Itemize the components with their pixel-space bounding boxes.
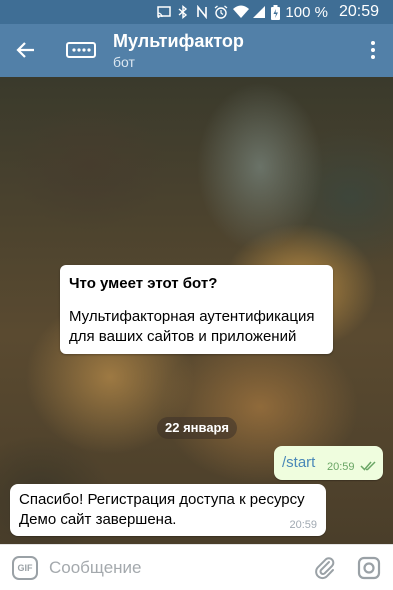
message-time: 20:59 [289,519,317,531]
message-input-bar: GIF [0,544,393,590]
camera-button[interactable] [356,555,382,581]
outgoing-message[interactable]: /start 20:59 [274,446,383,480]
bluetooth-icon [176,5,190,19]
cast-icon [157,5,172,19]
bot-info-description: Мультифакторная аутентификация для ваших… [69,308,315,345]
message-input[interactable] [49,556,299,580]
back-button[interactable] [8,34,44,66]
bot-info-card: Что умеет этот бот? Мультифакторная ауте… [60,265,333,354]
back-arrow-icon [16,42,34,58]
chat-subtitle: бот [113,54,135,70]
attach-button[interactable] [312,555,338,581]
wifi-icon [233,5,250,19]
nfc-icon [195,4,209,20]
status-bar: 100 % 20:59 [0,0,393,24]
message-text[interactable]: Спасибо! Регистрация доступа к ресурсу Д… [19,490,319,530]
incoming-message[interactable]: Спасибо! Регистрация доступа к ресурсу Д… [10,484,326,536]
more-vert-icon [371,41,375,45]
battery-icon [271,5,281,20]
chat-area[interactable]: Что умеет этот бот? Мультифакторная ауте… [0,77,393,544]
chat-title[interactable]: Мультифактор [113,31,244,52]
signal-icon [252,5,266,19]
status-icons: 100 % 20:59 [157,3,379,21]
bot-avatar[interactable] [64,36,98,64]
message-time: 20:59 [327,461,355,473]
chat-header: Мультифактор бот [0,24,393,77]
bot-avatar-icon [66,42,96,58]
date-separator: 22 января [157,417,237,439]
gif-button[interactable]: GIF [12,556,38,580]
status-time: 20:59 [338,3,379,20]
more-menu-button[interactable] [363,36,383,64]
battery-percent: 100 % [285,3,328,21]
bot-info-title: Что умеет этот бот? [69,275,218,292]
gif-icon: GIF [17,563,33,573]
alarm-icon [214,5,228,19]
message-text[interactable]: /start [282,454,315,471]
instagram-camera-icon [357,556,381,580]
paperclip-icon [315,557,335,579]
read-checkmarks-icon [360,461,376,471]
